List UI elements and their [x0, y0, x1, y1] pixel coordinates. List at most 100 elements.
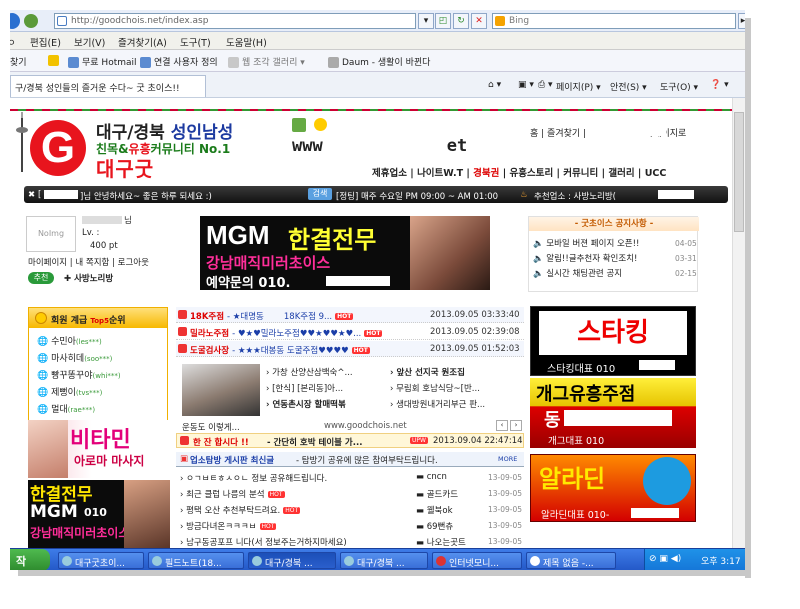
notice-item[interactable]: 🔈 모바일 버젼 페이지 오픈!!	[533, 237, 639, 249]
search-go-icon[interactable]: ▸	[738, 13, 745, 29]
chat-notice: [정팅] 매주 수요일 PM 09:00 ~ AM 01:00	[336, 192, 499, 202]
task-item[interactable]: 제목 없음 -...	[526, 552, 616, 569]
nav-night[interactable]: 나이트W.T	[417, 168, 463, 179]
nav-gyeongbuk[interactable]: 경북권	[473, 168, 499, 179]
back-icon[interactable]	[10, 13, 20, 29]
refresh-icon[interactable]: ↻	[453, 13, 469, 29]
rank-member[interactable]: 🌐 제뻥이(tvs***)	[37, 385, 102, 398]
stop-icon[interactable]: ✕	[471, 13, 487, 29]
heart-icon	[178, 344, 187, 353]
fav-daum[interactable]: Daum - 생활이 바뀐다	[328, 55, 430, 68]
fav-web-slice[interactable]: 웹 조각 갤러리 ▾	[228, 55, 305, 68]
board-item[interactable]: › 평택 오산 추천부탁드려요. HOT	[180, 504, 301, 516]
ad-stocking[interactable]: 스타킹 스타킹대표 010	[530, 306, 696, 376]
thumb-photo[interactable]	[182, 364, 260, 416]
board-item[interactable]: › 최근 클럽 나름의 분석 HOT	[180, 488, 285, 500]
task-item[interactable]: 필드노트(18...	[148, 552, 244, 569]
character-icon	[292, 118, 306, 132]
thumb-caption[interactable]: 운동도 이렇게...	[182, 421, 240, 433]
search-input[interactable]: Bing	[492, 13, 736, 29]
ad-mgm-small[interactable]: 한결전무 MGM 010 강남매직미러초이스	[28, 480, 170, 548]
menu-view[interactable]: 보기(V)	[74, 35, 105, 49]
board-item[interactable]: ▬ 골드카드	[416, 488, 458, 500]
cmd-safety[interactable]: 안전(S) ▾	[610, 80, 647, 93]
start-button[interactable]: 작	[10, 549, 50, 570]
home-icon[interactable]: ⌂ ▾	[488, 80, 501, 90]
ad-aladdin[interactable]: 알라딘 알라딘대표 010-	[530, 454, 696, 522]
ad-gag[interactable]: 개그유흥주점 동 개그대표 010	[530, 378, 696, 448]
board-item[interactable]: ▬ cncn	[416, 472, 447, 482]
help-icon[interactable]: ❓ ▾	[710, 80, 729, 90]
task-item[interactable]: 인터넷모니...	[432, 552, 522, 569]
menu-help[interactable]: 도움말(H)	[226, 35, 267, 49]
flame-icon: ♨	[520, 190, 528, 200]
menu-tools[interactable]: 도구(T)	[180, 35, 211, 49]
cmd-page[interactable]: 페이지(P) ▾	[556, 80, 601, 93]
tray-icons[interactable]: ⊘ ▣ ◀)	[649, 554, 681, 564]
nav-story[interactable]: 유흥스토리	[510, 168, 554, 179]
rank-member[interactable]: 🌐 수민아(les***)	[37, 334, 102, 347]
nav-partners[interactable]: 제휴업소	[372, 168, 407, 179]
fav-star-icon[interactable]	[48, 55, 62, 66]
list-item[interactable]: › 가창 산양산삼백숙^...	[266, 366, 353, 378]
menu-favorites[interactable]: 즐겨찾기(A)	[118, 35, 167, 49]
board-item[interactable]: › 방금다녀온ㅋㅋㅋㅂ HOT	[180, 520, 277, 532]
ie-icon	[344, 556, 354, 566]
feed-icon[interactable]: ▣ ▾	[518, 80, 534, 90]
hotmail-icon	[68, 57, 79, 68]
scroll-thumb[interactable]	[734, 112, 744, 232]
profile-links[interactable]: 마이페이지 | 내 쪽지함 | 로그아웃	[28, 256, 149, 268]
list-item[interactable]: › 앞산 선지국 원조집	[390, 366, 465, 378]
cmd-tools[interactable]: 도구(O) ▾	[660, 80, 698, 93]
list-item[interactable]: › 생대방원내거리부근 판...	[390, 398, 485, 410]
task-item[interactable]: 대구/경북 ...	[248, 552, 336, 569]
task-item[interactable]: 대구/경북 ...	[340, 552, 428, 569]
board-item[interactable]: ▬ 웰북ok	[416, 504, 453, 516]
rank-member[interactable]: 🌐 멀대(rae***)	[37, 402, 95, 415]
monitor-icon	[436, 556, 446, 566]
feed-row[interactable]: 도굴검사장 - ★★★대봉동 도굴주점♥♥♥♥ HOT 2013.09.05 01…	[176, 341, 524, 357]
banner-mgm[interactable]: MGM 한결전무 강남매직미러초이스 예약문의 010.	[200, 216, 490, 290]
site-logo[interactable]: G	[30, 120, 86, 176]
list-item[interactable]: › 무림회 호남식당~[반...	[390, 382, 480, 394]
more-link[interactable]: MORE	[498, 455, 517, 463]
ie-icon	[152, 556, 162, 566]
dropdown-icon[interactable]: ▾	[418, 13, 434, 29]
close-icon[interactable]: ✖	[28, 190, 35, 200]
rank-member[interactable]: 🌐 마사히데(soo***)	[37, 351, 112, 364]
board-item[interactable]: ▬ 69뻔츄	[416, 520, 453, 532]
notepad-icon	[530, 556, 540, 566]
notice-item[interactable]: 🔈 알림!!글추천자 확인조치!	[533, 252, 637, 264]
tab-goodchois[interactable]: 구/경북 성인들의 즐거운 수다~ 굿 초이스!!	[10, 75, 206, 97]
next-icon[interactable]: ›	[510, 420, 522, 431]
fav-custom-links[interactable]: 연결 사용자 정의	[140, 55, 218, 68]
page-scrollbar[interactable]	[732, 98, 745, 548]
board-item[interactable]: › 남구동공포프 니다(서 정보주는거하지마세요)	[180, 536, 347, 548]
notice-title[interactable]: - 굿초이스 공지사항 -	[529, 217, 699, 231]
print-icon[interactable]: ⎙ ▾	[538, 80, 553, 90]
list-item[interactable]: › [한식] [본리동]아...	[266, 382, 343, 394]
prev-icon[interactable]: ‹	[496, 420, 508, 431]
address-input[interactable]: http://goodchois.net/index.asp	[54, 13, 416, 29]
drink-post[interactable]: 한 잔 합시다 !! - 간단히 호박 테이블 가... UPW 2013.09…	[176, 433, 524, 448]
menu-edit[interactable]: 편집(E)	[30, 35, 61, 49]
notice-item[interactable]: 🔈 실시간 채팅관련 공지	[533, 267, 622, 279]
genie-icon	[643, 457, 691, 505]
search-button[interactable]: 검색	[308, 188, 332, 200]
nav-ucc[interactable]: UCC	[645, 168, 667, 179]
list-item[interactable]: › 연동촌시장 할매떡볶	[266, 398, 346, 410]
nav-gallery[interactable]: 갤러리	[608, 168, 634, 179]
feed-row[interactable]: 18K주점 - ★대명동 18K주점 9... HOT 2013.09.05 03:…	[176, 307, 524, 323]
recommend-value[interactable]: ✚ 사방노리방	[64, 272, 113, 284]
ad-vitamin[interactable]: 비타민 아로마 마사지	[28, 420, 170, 478]
rank-member[interactable]: 🌐 빵꾸똥꾸야(whi***)	[37, 368, 121, 381]
task-item[interactable]: 대구굿초이...	[58, 552, 144, 569]
compat-icon[interactable]: ◰	[435, 13, 451, 29]
feed-row[interactable]: 밀라노주점 - ♥★♥밀라노주점♥♥★♥♥★♥... HOT 2013.09.05…	[176, 324, 524, 340]
fav-hotmail[interactable]: 무료 Hotmail	[68, 55, 137, 68]
board-item[interactable]: ▬ 나오는곳트	[416, 536, 466, 548]
recommend-shop[interactable]: 추천업소 : 사방노리방(	[534, 190, 616, 202]
nav-community[interactable]: 커뮤니티	[563, 168, 598, 179]
board-item[interactable]: › ㅇㄱㅂㅌㅎㅅㅇㄴ 정보 공유해드립니다.	[180, 472, 327, 484]
forward-icon[interactable]	[24, 14, 38, 28]
